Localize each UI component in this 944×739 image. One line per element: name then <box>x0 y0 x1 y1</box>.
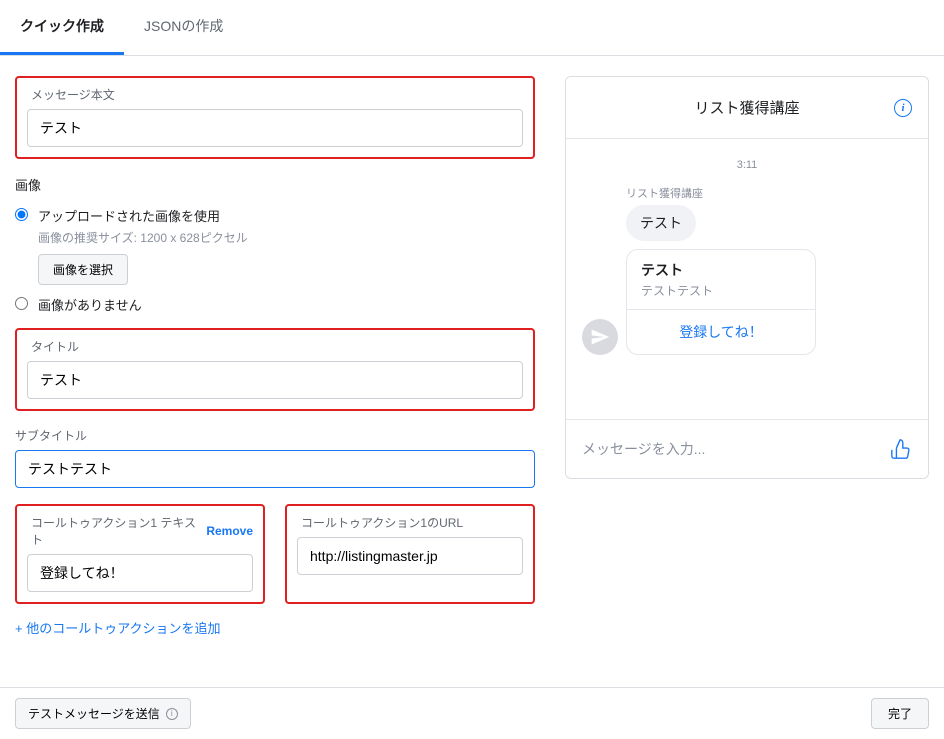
preview-message-bubble: テスト <box>626 205 696 241</box>
message-body-label: メッセージ本文 <box>27 86 523 103</box>
avatar-icon <box>582 319 618 355</box>
preview-footer: メッセージを入力... <box>566 419 928 478</box>
test-message-button[interactable]: テストメッセージを送信 i <box>15 698 191 729</box>
info-circle-icon: i <box>166 708 178 720</box>
preview-header: リスト獲得講座 i <box>566 77 928 139</box>
radio-none-input[interactable] <box>15 297 28 310</box>
subtitle-input[interactable] <box>15 450 535 488</box>
image-radio-group: アップロードされた画像を使用 画像の推奨サイズ: 1200 x 628ピクセル … <box>15 206 535 314</box>
title-field: タイトル <box>15 328 535 411</box>
cta1-url-field: コールトゥアクション1のURL <box>285 504 535 604</box>
message-body-input[interactable] <box>27 109 523 147</box>
bottom-bar: テストメッセージを送信 i 完了 <box>0 687 944 739</box>
image-size-hint: 画像の推奨サイズ: 1200 x 628ピクセル <box>38 229 535 246</box>
thumbs-up-icon <box>890 438 912 460</box>
form-panel: メッセージ本文 画像 アップロードされた画像を使用 画像の推奨サイズ: 1200… <box>15 76 535 637</box>
radio-uploaded-label: アップロードされた画像を使用 <box>38 206 535 225</box>
title-label: タイトル <box>27 338 523 355</box>
cta1-remove-link[interactable]: Remove <box>206 524 253 538</box>
info-icon: i <box>894 99 912 117</box>
radio-uploaded-image: アップロードされた画像を使用 画像の推奨サイズ: 1200 x 628ピクセル … <box>15 206 535 285</box>
cta1-url-label: コールトゥアクション1のURL <box>297 514 523 531</box>
preview-card-button: 登録してね！ <box>627 309 815 354</box>
message-body-field: メッセージ本文 <box>15 76 535 159</box>
add-cta-link[interactable]: + 他のコールトゥアクションを追加 <box>15 618 221 637</box>
tabs: クイック作成 JSONの作成 <box>0 0 944 56</box>
preview-card-title: テスト <box>641 260 801 280</box>
title-input[interactable] <box>27 361 523 399</box>
preview-panel: リスト獲得講座 i 3:11 リスト獲得講座 テスト テスト <box>565 76 929 479</box>
subtitle-field: サブタイトル <box>15 427 535 488</box>
main-content: メッセージ本文 画像 アップロードされた画像を使用 画像の推奨サイズ: 1200… <box>0 56 944 657</box>
preview-card-subtitle: テストテスト <box>641 282 801 299</box>
cta1-text-label: コールトゥアクション1 テキスト <box>27 514 206 548</box>
preview-panel-container: リスト獲得講座 i 3:11 リスト獲得講座 テスト テスト <box>565 76 929 637</box>
tab-json-create[interactable]: JSONの作成 <box>124 0 243 55</box>
preview-sender: リスト獲得講座 <box>626 185 912 201</box>
select-image-button[interactable]: 画像を選択 <box>38 254 128 285</box>
preview-title: リスト獲得講座 <box>694 97 799 118</box>
cta-row: コールトゥアクション1 テキスト Remove コールトゥアクション1のURL <box>15 504 535 604</box>
done-button[interactable]: 完了 <box>871 698 929 729</box>
preview-input-placeholder: メッセージを入力... <box>582 439 705 459</box>
preview-card-row: テスト テストテスト 登録してね！ <box>582 249 912 355</box>
cta1-url-input[interactable] <box>297 537 523 575</box>
preview-message-row: テスト <box>582 205 912 241</box>
image-section-label: 画像 <box>15 175 535 194</box>
subtitle-label: サブタイトル <box>15 427 535 444</box>
cta1-text-field: コールトゥアクション1 テキスト Remove <box>15 504 265 604</box>
preview-card: テスト テストテスト 登録してね！ <box>626 249 816 355</box>
radio-uploaded-input[interactable] <box>15 208 28 221</box>
cta1-text-input[interactable] <box>27 554 253 592</box>
tab-quick-create[interactable]: クイック作成 <box>0 0 124 55</box>
radio-no-image: 画像がありません <box>15 295 535 314</box>
preview-body: 3:11 リスト獲得講座 テスト テスト テストテスト 登録して <box>566 139 928 419</box>
preview-time: 3:11 <box>582 159 912 171</box>
radio-none-label: 画像がありません <box>38 295 535 314</box>
